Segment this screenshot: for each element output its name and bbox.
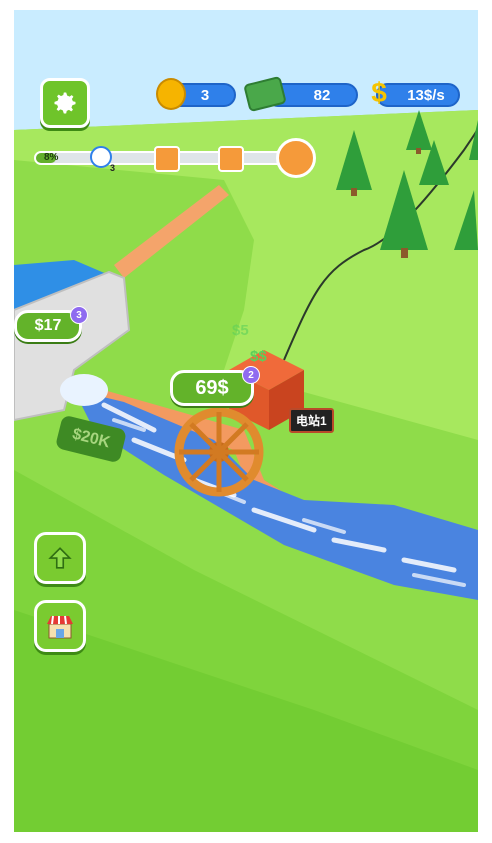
timer-badge: 3 xyxy=(110,163,116,173)
stopwatch-icon xyxy=(90,146,112,168)
floating-cash: $$ xyxy=(250,348,267,365)
upgrade-button[interactable] xyxy=(34,532,86,584)
game-viewport: 3 82 13$/s $ 8% 3 $17 3 69$ 2 $5 $$ 电站1 … xyxy=(14,10,478,832)
land-plot-price-label: $20K xyxy=(70,425,112,452)
floating-income: $5 xyxy=(232,322,249,339)
gift-icon xyxy=(154,146,180,172)
gift-icon xyxy=(218,146,244,172)
up-arrow-icon xyxy=(48,547,72,569)
coin-count: 3 xyxy=(200,86,210,104)
station-sign-label: 电站1 xyxy=(296,414,327,428)
dam-price-label: $17 xyxy=(34,317,62,334)
gear-icon xyxy=(54,92,76,114)
water-wheel xyxy=(174,407,264,497)
income-arrow-icon: $ xyxy=(371,77,387,108)
gift-icon xyxy=(276,138,316,178)
dam-level-badge: 3 xyxy=(70,306,88,324)
income-rate: 13$/s xyxy=(407,86,445,104)
progress-percent: 8% xyxy=(44,152,59,163)
coin-icon xyxy=(156,78,186,110)
settings-button[interactable] xyxy=(40,78,90,128)
dam-level-value: 3 xyxy=(76,309,82,321)
wheel-price-label: 69$ xyxy=(195,376,229,399)
shop-button[interactable] xyxy=(34,600,86,652)
wheel-level-value: 2 xyxy=(248,369,254,381)
station-sign: 电站1 xyxy=(289,408,334,433)
cash-count: 82 xyxy=(313,86,331,104)
wheel-level-badge: 2 xyxy=(242,366,260,384)
shop-icon xyxy=(47,615,73,639)
